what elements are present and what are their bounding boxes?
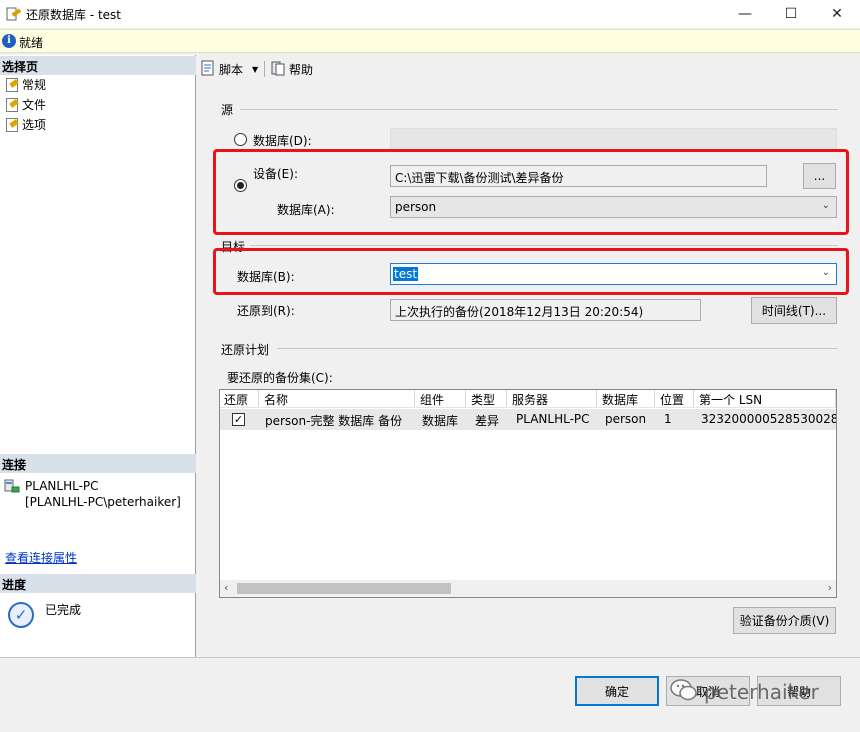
device-path-field[interactable]: C:\迅雷下载\备份测试\差异备份	[390, 165, 767, 187]
row-name: person-完整 数据库 备份	[265, 414, 403, 428]
maximize-icon[interactable]: ☐	[768, 0, 814, 28]
page-options[interactable]: 选项	[4, 115, 46, 133]
page-label: 选项	[22, 117, 47, 132]
ok-button[interactable]: 确定	[575, 676, 659, 706]
script-label: 脚本	[219, 63, 244, 77]
chevron-down-icon: ⌄	[821, 200, 830, 211]
row-type: 差异	[475, 414, 500, 428]
device-radio[interactable]	[234, 179, 247, 192]
chevron-right-icon[interactable]: ›	[828, 581, 832, 594]
page-general[interactable]: 常规	[4, 75, 46, 93]
source-database-value: person	[395, 200, 437, 214]
script-button[interactable]: 脚本 ▼	[200, 60, 258, 79]
bottom-divider	[0, 657, 860, 658]
source-database-select-disabled	[390, 128, 837, 150]
app-icon	[6, 6, 22, 22]
device-radio-label: 设备(E):	[253, 167, 298, 181]
highlight-box-source	[213, 149, 849, 235]
row-component: 数据库	[422, 414, 459, 428]
column-header[interactable]: 类型	[467, 390, 507, 408]
connection-user: [PLANLHL-PC\peterhaiker]	[25, 495, 181, 509]
help-label: 帮助	[289, 63, 314, 77]
window-title: 还原数据库 - test	[26, 8, 122, 22]
help-button[interactable]: 帮助	[270, 60, 313, 79]
status-bar	[0, 29, 860, 53]
watermark-text: peterhaiker	[704, 680, 819, 704]
page-label: 常规	[22, 77, 47, 92]
check-icon: ✓	[232, 413, 245, 426]
connection-properties-link[interactable]: 查看连接属性	[5, 549, 77, 566]
page-label: 文件	[22, 97, 47, 112]
source-database-label: 数据库(A):	[277, 203, 335, 217]
minimize-icon[interactable]: —	[722, 0, 768, 28]
server-icon	[4, 478, 20, 494]
row-position: 1	[664, 412, 672, 426]
chevron-down-icon: ⌄	[821, 267, 830, 278]
page-icon	[4, 77, 19, 92]
source-separator	[240, 109, 838, 110]
column-header[interactable]: 名称	[260, 390, 415, 408]
column-header[interactable]: 位置	[656, 390, 694, 408]
close-icon[interactable]: ✕	[814, 0, 860, 28]
database-radio-label: 数据库(D):	[253, 134, 312, 148]
script-icon	[200, 60, 216, 79]
source-database-select[interactable]: person ⌄	[390, 196, 837, 218]
connection-header: 连接	[0, 454, 196, 473]
info-icon: i	[2, 34, 16, 48]
restore-to-label: 还原到(R):	[237, 304, 295, 318]
restore-checkbox[interactable]: ✓	[232, 413, 245, 426]
status-text: 就绪	[19, 36, 44, 50]
backup-sets-label: 要还原的备份集(C):	[227, 371, 333, 385]
progress-status: 已完成	[45, 603, 82, 617]
select-page-header: 选择页	[0, 56, 196, 75]
source-group-label: 源	[221, 103, 234, 117]
column-header[interactable]: 数据库	[598, 390, 655, 408]
verify-backup-media-button[interactable]: 验证备份介质(V)	[733, 607, 836, 634]
target-database-label: 数据库(B):	[237, 270, 295, 284]
progress-header: 进度	[0, 574, 196, 593]
page-files[interactable]: 文件	[4, 95, 46, 113]
help-icon	[270, 60, 286, 79]
page-icon	[4, 117, 19, 132]
row-first-lsn: 3232000005285300288	[701, 412, 836, 426]
column-header[interactable]: 服务器	[508, 390, 597, 408]
check-icon: ✓	[8, 602, 34, 628]
server-name: PLANLHL-PC	[25, 479, 99, 493]
restore-to-field: 上次执行的备份(2018年12月13日 20:20:54)	[390, 299, 701, 321]
row-database: person	[605, 412, 647, 426]
row-server: PLANLHL-PC	[516, 412, 590, 426]
scrollbar-thumb[interactable]	[237, 583, 451, 594]
target-database-select[interactable]: test ⌄	[390, 263, 837, 285]
left-panel	[0, 55, 196, 657]
backup-sets-grid[interactable]: 还原 名称 组件 类型 服务器 数据库 位置 第一个 LSN ✓ person-…	[219, 389, 837, 598]
horizontal-scrollbar[interactable]: ‹ ›	[220, 580, 836, 597]
restore-plan-label: 还原计划	[221, 343, 270, 357]
chevron-down-icon[interactable]: ▼	[252, 65, 258, 74]
toolbar-divider	[264, 61, 265, 77]
chevron-left-icon[interactable]: ‹	[224, 581, 228, 594]
browse-button[interactable]: ...	[803, 163, 836, 189]
column-header[interactable]: 组件	[416, 390, 466, 408]
target-database-value: test	[393, 267, 419, 281]
column-header[interactable]: 还原	[220, 390, 259, 408]
column-header[interactable]: 第一个 LSN	[695, 390, 836, 408]
timeline-button[interactable]: 时间线(T)...	[751, 297, 837, 324]
page-icon	[4, 97, 19, 112]
plan-separator	[277, 348, 838, 349]
watermark: peterhaiker	[670, 676, 850, 708]
wechat-icon	[670, 678, 698, 707]
database-radio[interactable]	[234, 133, 247, 146]
target-separator	[250, 245, 838, 246]
